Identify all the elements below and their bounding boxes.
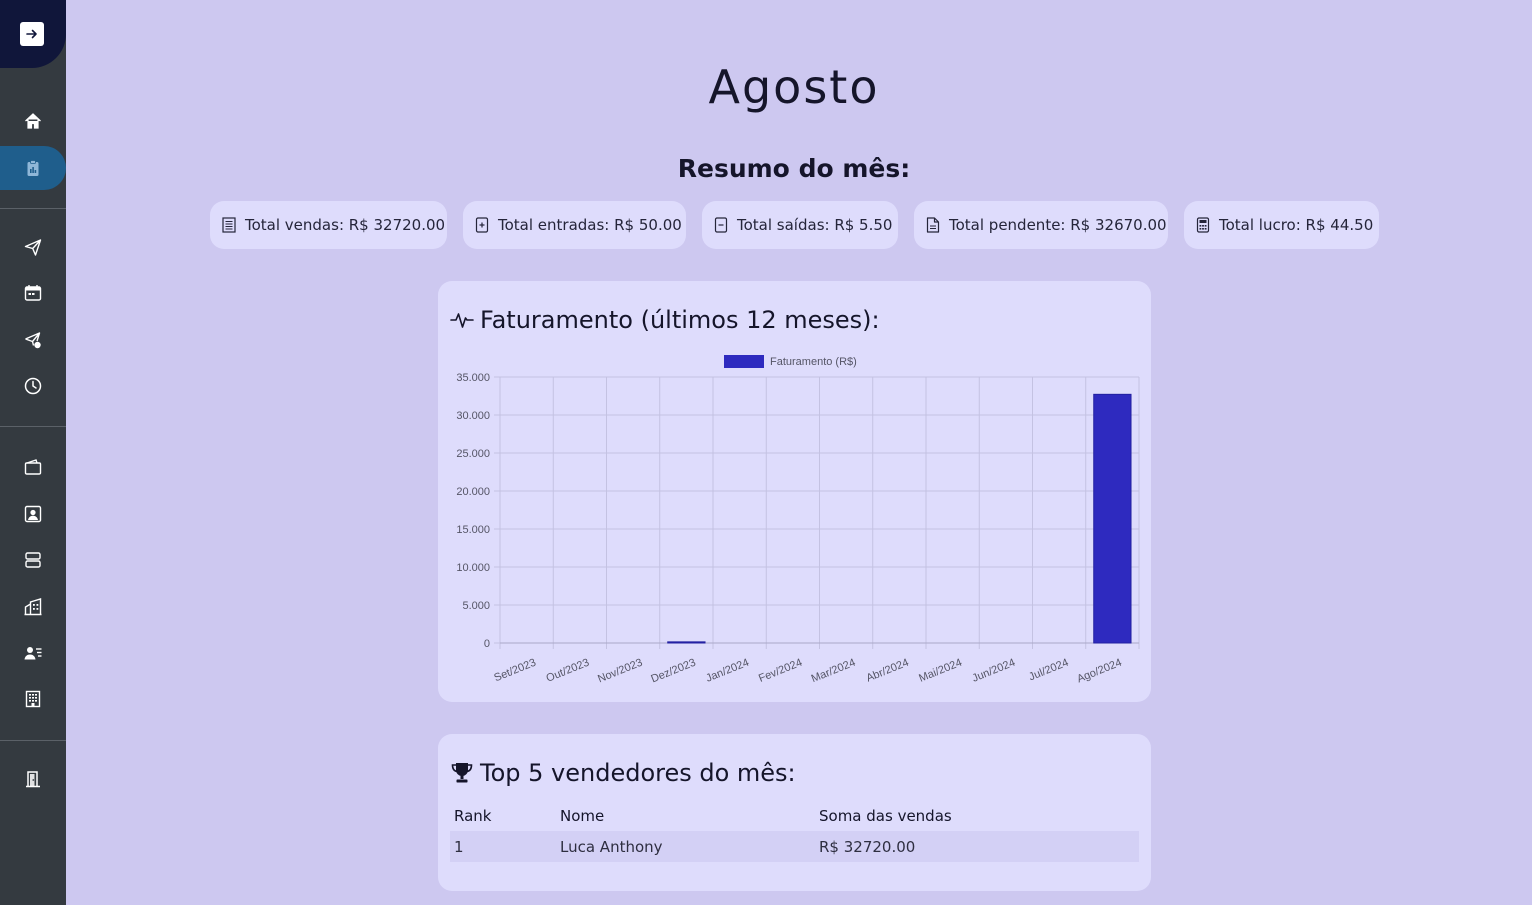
sidebar-item-history[interactable]: [0, 364, 66, 408]
rank-cell: 1: [450, 831, 556, 862]
building-icon: [25, 690, 41, 708]
sidebar-item-building[interactable]: [0, 677, 66, 721]
y-tick-label: 10.000: [456, 562, 490, 574]
summary-card-total-entradas: Total entradas: R$ 50.00: [463, 201, 686, 249]
x-tick-label: Dez/2023: [649, 657, 697, 686]
summary-card-total-pendente: Total pendente: R$ 32670.00: [914, 201, 1168, 249]
sidebar-item-storage[interactable]: [0, 538, 66, 582]
person-lines-icon: [24, 647, 42, 660]
summary-card-label: Total lucro: R$ 44.50: [1219, 216, 1374, 234]
x-tick-label: Jul/2024: [1027, 657, 1070, 684]
y-tick-label: 0: [484, 638, 490, 650]
y-tick-label: 20.000: [456, 486, 490, 498]
expand-sidebar-button[interactable]: [20, 22, 44, 46]
x-tick-label: Ago/2024: [1075, 657, 1123, 686]
summary-card-total-lucro: Total lucro: R$ 44.50: [1184, 201, 1379, 249]
arrow-right-icon: [26, 29, 37, 39]
sidebar-divider: [0, 740, 66, 741]
x-tick-label: Abr/2024: [865, 657, 911, 685]
x-tick-label: Fev/2024: [757, 657, 804, 685]
table-header-row: Rank Nome Soma das vendas: [450, 800, 1139, 831]
summary-title: Resumo do mês:: [677, 154, 911, 183]
y-tick-label: 25.000: [456, 448, 490, 460]
main-content: Agosto Resumo do mês: Total vendas: R$ 3…: [66, 0, 1532, 905]
buildings-icon: [24, 598, 42, 616]
page-title: Agosto: [708, 60, 880, 114]
send-icon: [24, 239, 42, 256]
home-icon: [25, 113, 41, 129]
summary-card-total-saidas: Total saídas: R$ 5.50: [702, 201, 898, 249]
sidebar-item-home[interactable]: [0, 99, 66, 143]
sidebar-item-send-check[interactable]: [0, 318, 66, 362]
person-badge-icon: [24, 505, 42, 523]
sidebar-item-wallet[interactable]: [0, 445, 66, 489]
legend-label: Faturamento (R$): [770, 356, 857, 368]
top-sellers-table: Rank Nome Soma das vendas 1 Luca Anthony…: [450, 800, 1139, 862]
x-tick-label: Out/2023: [545, 657, 591, 685]
y-tick-label: 35.000: [456, 372, 490, 384]
x-tick-label: Set/2023: [492, 657, 537, 685]
send-check-icon: [25, 332, 41, 349]
file-plus-icon: [475, 217, 489, 233]
column-header-name: Nome: [560, 806, 605, 825]
sidebar-item-calendar[interactable]: [0, 271, 66, 315]
revenue-chart-panel: Faturamento (últimos 12 meses): 0 5.000 10…: [438, 281, 1151, 702]
x-tick-label: Nov/2023: [596, 657, 644, 686]
receipt-icon: [222, 217, 236, 233]
hdd-stack-icon: [25, 552, 41, 568]
summary-card-label: Total pendente: R$ 32670.00: [949, 216, 1167, 234]
clock-icon: [24, 377, 42, 395]
x-tick-label: Jun/2024: [971, 657, 1017, 685]
summary-card-label: Total saídas: R$ 5.50: [737, 216, 893, 234]
clipboard-icon: [27, 160, 39, 176]
summary-card-label: Total vendas: R$ 32720.00: [245, 216, 446, 234]
column-header-sum: Soma das vendas: [819, 806, 952, 825]
seller-name-cell: Luca Anthony: [556, 831, 815, 862]
bar-Ago/2024: [1093, 393, 1132, 644]
top-sellers-panel: Top 5 vendedores do mês: Rank Nome Soma …: [438, 734, 1151, 891]
calculator-icon: [1196, 217, 1210, 233]
sidebar-divider: [0, 426, 66, 427]
sidebar-item-report[interactable]: [0, 146, 66, 190]
calendar-icon: [24, 285, 42, 301]
y-tick-label: 5.000: [462, 600, 490, 612]
trophy-icon: [451, 763, 473, 783]
sidebar-item-send[interactable]: [0, 225, 66, 269]
x-tick-label: Mai/2024: [917, 657, 963, 685]
sidebar-divider: [0, 208, 66, 209]
file-minus-icon: [714, 217, 728, 233]
ranking-panel-title: Top 5 vendedores do mês:: [450, 759, 796, 787]
sidebar: [0, 0, 66, 905]
summary-card-total-vendas: Total vendas: R$ 32720.00: [210, 201, 447, 249]
file-text-icon: [926, 217, 940, 233]
x-tick-label: Jan/2024: [704, 657, 750, 685]
sidebar-item-contacts[interactable]: [0, 492, 66, 536]
ranking-title: Top 5 vendedores do mês:: [480, 759, 796, 787]
y-tick-label: 15.000: [456, 524, 490, 536]
sidebar-item-buildings[interactable]: [0, 585, 66, 629]
wallet-icon: [24, 459, 42, 475]
x-tick-label: Mar/2024: [810, 657, 858, 686]
y-tick-label: 30.000: [456, 410, 490, 422]
sales-sum-cell: R$ 32720.00: [815, 831, 1139, 862]
table-row: 1 Luca Anthony R$ 32720.00: [450, 831, 1139, 862]
bar-Dez/2023: [667, 641, 706, 644]
door-icon: [26, 771, 40, 788]
sidebar-header: [0, 0, 66, 68]
revenue-bar-chart: 0 5.000 10.000 15.000 20.000 25.000 30.000 35.0…: [456, 355, 1140, 686]
summary-card-label: Total entradas: R$ 50.00: [498, 216, 682, 234]
column-header-rank: Rank: [454, 806, 492, 825]
legend-swatch: [724, 355, 764, 368]
sidebar-item-people-list[interactable]: [0, 631, 66, 675]
sidebar-item-logout[interactable]: [0, 757, 66, 801]
